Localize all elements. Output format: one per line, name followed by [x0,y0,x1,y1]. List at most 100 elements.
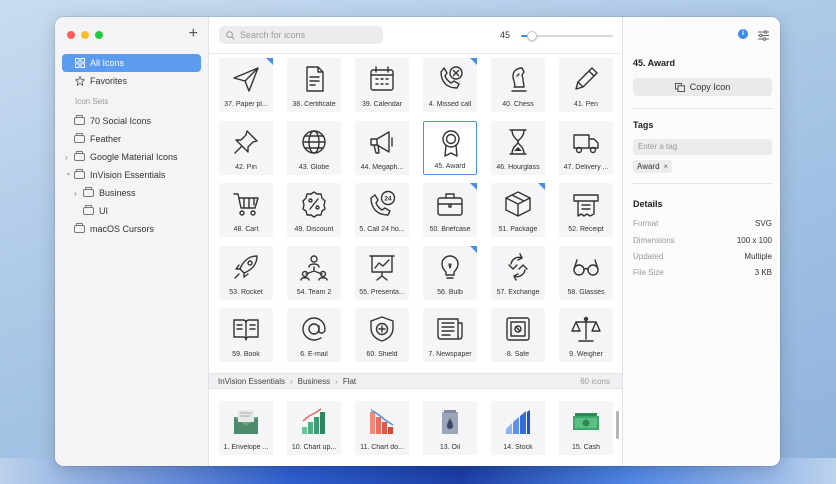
remove-tag-icon[interactable]: × [664,160,669,173]
icon-tile[interactable]: 46. Hourglass [491,120,545,175]
icon-tile[interactable]: 49. Discount [287,183,341,237]
call-24-icon: 24 [367,189,397,219]
search-placeholder: Search for icons [240,30,306,40]
icon-count: 60 icons [580,376,610,386]
detail-value: SVG [755,219,772,228]
icon-tile[interactable]: 56. Bulb [423,245,477,300]
icon-tile[interactable]: 40. Chess [491,58,545,112]
icon-tile[interactable]: 38. Certificate [287,58,341,112]
sidebar-item-macos-cursors[interactable]: macOS Cursors [62,220,201,238]
sidebar-item-label: All Icons [90,58,125,68]
icon-tile[interactable]: 51. Package [491,183,545,237]
icon-tile[interactable]: 10. Chart up... [287,401,341,455]
icon-tile[interactable]: 54. Team 2 [287,245,341,300]
copy-icon-button[interactable]: Copy Icon [633,78,772,96]
icon-tile[interactable]: 47. Delivery ... [559,120,613,175]
chart-down-color-icon [367,407,397,437]
envelope-color-icon [231,407,261,437]
sidebar-item-feather[interactable]: Feather [62,130,201,148]
icon-tile-label: 52. Receipt [568,226,604,233]
scrollbar[interactable] [616,411,619,439]
icon-tile[interactable]: 7. Newspaper [423,308,477,362]
icon-tile[interactable]: 4. Missed call [423,58,477,112]
icon-tile[interactable]: 48. Cart [219,183,273,237]
breadcrumb-item[interactable]: InVision Essentials [218,377,285,386]
folder-icon [74,133,85,143]
icon-tile[interactable]: 9. Weigher [559,308,613,362]
favorite-badge-icon [470,183,477,190]
slider-knob[interactable] [527,31,538,41]
icon-tile[interactable]: 45. Award [423,120,477,175]
icon-tile[interactable]: 39. Calendar [355,58,409,112]
detail-value: 100 x 100 [736,236,772,245]
icon-tile[interactable]: 57. Exchange [491,245,545,300]
icon-tile[interactable]: 53. Rocket [219,245,273,300]
icon-tile-label: 42. Pin [235,163,257,171]
minimize-window-button[interactable] [81,31,89,39]
tag-input[interactable]: Enter a tag [633,139,772,155]
icon-tile[interactable]: 13. Oil [423,401,477,455]
icon-tile[interactable]: 14. Stock [491,401,545,455]
copy-icon [674,82,685,92]
chevron-right-icon[interactable]: › [74,189,77,198]
chess-icon [503,64,533,94]
icon-size-value: 45 [500,30,511,40]
maximize-window-button[interactable] [95,31,103,39]
breadcrumb-item[interactable]: Flat [343,377,356,386]
icon-tile-label: 55. Presenta... [359,288,405,296]
icon-tile[interactable]: 11. Chart do... [355,401,409,455]
cart-icon [231,189,261,219]
icon-tile[interactable]: 43. Globe [287,120,341,175]
icon-tile[interactable]: 55. Presenta... [355,245,409,300]
chevron-right-icon[interactable]: › [65,153,68,162]
sidebar-item-invision-essentials[interactable]: ⌄ InVision Essentials [62,166,201,184]
icon-tile[interactable]: 15. Cash [559,401,613,455]
icon-tile[interactable]: 6. E-mail [287,308,341,362]
icon-tile[interactable]: 24 5. Call 24 ho... [355,183,409,237]
favorite-badge-icon [470,245,477,253]
icon-tile-label: 49. Discount [294,226,334,233]
chevron-down-icon[interactable]: ⌄ [65,168,72,177]
close-window-button[interactable] [67,31,75,39]
sidebar-item-70-social-icons[interactable]: 70 Social Icons [62,112,201,130]
icon-tile-label: 1. Envelope ... [223,444,269,451]
sidebar-item-business[interactable]: › Business [62,184,201,202]
detail-row-file-size: File Size 3 KB [633,268,772,277]
book-icon [231,314,261,344]
icon-tile[interactable]: 37. Paper pl... [219,58,273,112]
sidebar-item-ui[interactable]: UI [62,202,201,220]
icon-tile[interactable]: 42. Pin [219,120,273,175]
sidebar: + All Icons Favorites Icon Sets 70 Socia… [55,17,209,466]
sidebar-item-google-material-icons[interactable]: › Google Material Icons [62,148,201,166]
hourglass-icon [503,127,533,157]
detail-row-updated: Updated Multiple [633,252,772,261]
icon-tile[interactable]: 58. Glasses [559,245,613,300]
icon-tile[interactable]: 52. Receipt [559,183,613,237]
folder-icon [83,205,94,215]
icon-size-slider[interactable] [521,31,613,41]
sidebar-item-label: Google Material Icons [90,152,178,162]
icon-tile[interactable]: 41. Pen [559,58,613,112]
detail-key: File Size [633,268,664,277]
folder-icon [83,187,94,197]
tag-chip: Award × [633,160,673,173]
add-set-button[interactable]: + [189,26,198,42]
info-icon[interactable]: i [738,29,748,39]
icon-tile[interactable]: 50. Briefcase [423,183,477,237]
icon-tile-label: 39. Calendar [361,101,403,108]
sidebar-item-all-icons[interactable]: All Icons [62,54,201,72]
icon-tile-label: 5. Call 24 ho... [359,226,405,233]
icon-tile[interactable]: 59. Book [219,308,273,362]
presentation-icon [367,252,397,282]
adjustments-icon[interactable] [758,28,769,46]
details-heading: Details [633,199,663,209]
icon-tile[interactable]: 1. Envelope ... [219,401,273,455]
breadcrumb-item[interactable]: Business [298,377,330,386]
icon-tile[interactable]: 44. Megaph... [355,120,409,175]
icon-tile-label: 44. Megaph... [360,163,404,171]
icon-tile-label: 57. Exchange [496,288,540,296]
sidebar-item-favorites[interactable]: Favorites [62,72,201,90]
search-input[interactable]: Search for icons [219,26,383,44]
icon-tile[interactable]: 8. Safe [491,308,545,362]
icon-tile[interactable]: 60. Shield [355,308,409,362]
